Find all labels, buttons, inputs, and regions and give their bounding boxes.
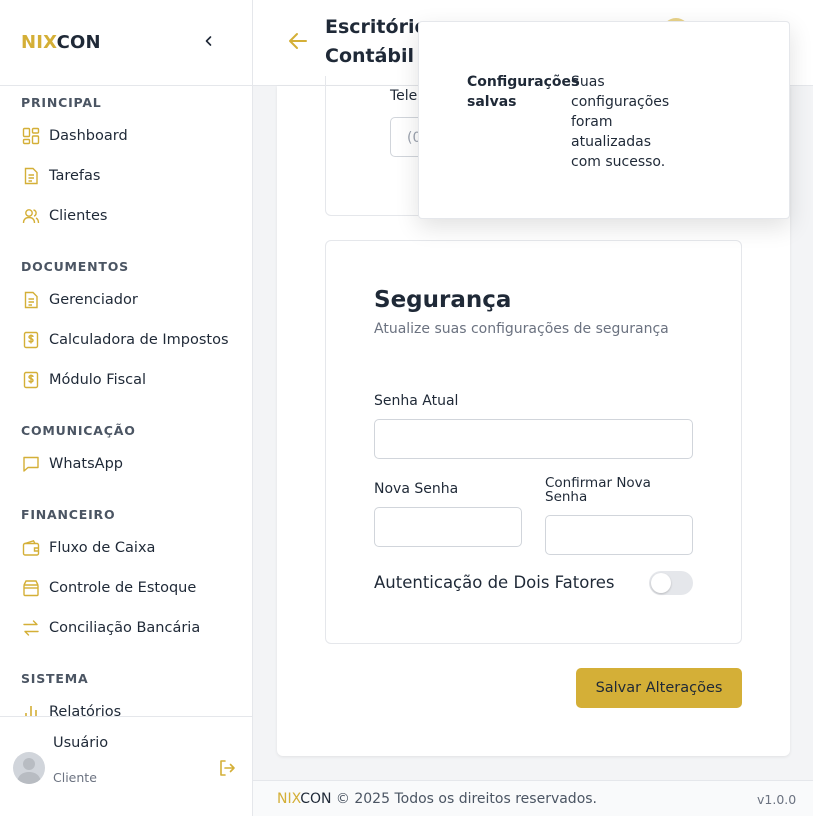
two-factor-label: Autenticação de Dois Fatores bbox=[374, 573, 615, 592]
nav-section-title: DOCUMENTOS bbox=[21, 259, 129, 274]
bar-chart-icon bbox=[21, 702, 41, 716]
toast-title: Configurações salvas bbox=[467, 74, 580, 110]
sidebar-item-label: Tarefas bbox=[49, 168, 101, 184]
user-name: Usuário bbox=[53, 735, 109, 751]
avatar[interactable] bbox=[13, 752, 45, 784]
footer-copyright: NIXCON © 2025 Todos os direitos reservad… bbox=[277, 791, 598, 807]
brand-header: NIXCON bbox=[0, 0, 252, 86]
security-subtitle: Atualize suas configurações de segurança bbox=[374, 321, 669, 337]
nav-section-title: PRINCIPAL bbox=[21, 95, 102, 110]
box-icon bbox=[21, 578, 41, 598]
swap-icon bbox=[21, 618, 41, 638]
logout-button[interactable] bbox=[217, 758, 237, 778]
sidebar-item-modulo-fiscal[interactable]: Módulo Fiscal bbox=[21, 368, 236, 392]
sidebar-item-label: Fluxo de Caixa bbox=[49, 540, 156, 556]
toast-message: Suas configurações foram atualizadas com… bbox=[571, 74, 670, 170]
dollar-doc-icon bbox=[21, 330, 41, 350]
dollar-doc-icon bbox=[21, 370, 41, 390]
sidebar-item-dashboard[interactable]: Dashboard bbox=[21, 124, 236, 148]
save-button[interactable]: Salvar Alterações bbox=[576, 668, 742, 708]
new-password-label: Nova Senha bbox=[374, 481, 459, 497]
collapse-sidebar-button[interactable] bbox=[200, 32, 218, 50]
sidebar-item-label: Dashboard bbox=[49, 128, 128, 144]
footer: NIXCON © 2025 Todos os direitos reservad… bbox=[253, 780, 813, 816]
dashboard-icon bbox=[21, 126, 41, 146]
sidebar-item-relatorios[interactable]: Relatórios bbox=[21, 700, 236, 716]
security-title: Segurança bbox=[374, 287, 512, 313]
users-icon bbox=[21, 206, 41, 226]
document-icon bbox=[21, 166, 41, 186]
security-card: Segurança Atualize suas configurações de… bbox=[325, 240, 742, 644]
sidebar-item-label: Controle de Estoque bbox=[49, 580, 197, 596]
user-panel: Usuário Cliente bbox=[0, 716, 252, 816]
back-button[interactable] bbox=[287, 30, 309, 52]
brand-logo[interactable]: NIXCON bbox=[21, 32, 101, 53]
sidebar-item-gerenciador[interactable]: Gerenciador bbox=[21, 288, 236, 312]
chevron-left-icon bbox=[205, 36, 212, 46]
nav-section-title: COMUNICAÇÃO bbox=[21, 423, 136, 438]
sidebar-nav: PRINCIPAL Dashboard Tarefas Clientes DOC… bbox=[0, 86, 252, 716]
sidebar-item-label: Módulo Fiscal bbox=[49, 372, 147, 388]
document-icon bbox=[21, 290, 41, 310]
sidebar-item-controle-de-estoque[interactable]: Controle de Estoque bbox=[21, 576, 236, 600]
sidebar-item-label: WhatsApp bbox=[49, 456, 123, 472]
phone-label: Tele bbox=[390, 88, 418, 104]
current-password-label: Senha Atual bbox=[374, 393, 459, 409]
sidebar-item-label: Calculadora de Impostos bbox=[49, 332, 229, 348]
arrow-left-icon bbox=[289, 33, 307, 49]
sidebar-item-label: Conciliação Bancária bbox=[49, 620, 201, 636]
sidebar-item-calculadora-de-impostos[interactable]: Calculadora de Impostos bbox=[21, 328, 236, 352]
user-role: Cliente bbox=[53, 770, 97, 785]
sidebar-item-label: Relatórios bbox=[49, 704, 122, 716]
wallet-icon bbox=[21, 538, 41, 558]
confirm-password-label: Confirmar Nova Senha bbox=[545, 475, 651, 505]
sidebar-item-conciliacao-bancaria[interactable]: Conciliação Bancária bbox=[21, 616, 236, 640]
sidebar-item-label: Gerenciador bbox=[49, 292, 138, 308]
two-factor-toggle[interactable] bbox=[649, 571, 693, 595]
current-password-field[interactable] bbox=[374, 419, 693, 459]
sidebar-item-tarefas[interactable]: Tarefas bbox=[21, 164, 236, 188]
sidebar-item-fluxo-de-caixa[interactable]: Fluxo de Caixa bbox=[21, 536, 236, 560]
sidebar-item-clientes[interactable]: Clientes bbox=[21, 204, 236, 228]
nav-section-title: FINANCEIRO bbox=[21, 507, 116, 522]
new-password-field[interactable] bbox=[374, 507, 522, 547]
toggle-knob bbox=[651, 573, 671, 593]
chat-icon bbox=[21, 454, 41, 474]
nav-section-title: SISTEMA bbox=[21, 671, 89, 686]
app-version: v1.0.0 bbox=[757, 792, 797, 807]
success-toast[interactable]: Configurações salvas Suas configurações … bbox=[418, 21, 790, 219]
confirm-password-field[interactable] bbox=[545, 515, 693, 555]
sidebar: NIXCON PRINCIPAL Dashboard Tarefas Clien… bbox=[0, 0, 253, 816]
sidebar-item-label: Clientes bbox=[49, 208, 108, 224]
logout-icon bbox=[220, 760, 235, 776]
sidebar-item-whatsapp[interactable]: WhatsApp bbox=[21, 452, 236, 476]
